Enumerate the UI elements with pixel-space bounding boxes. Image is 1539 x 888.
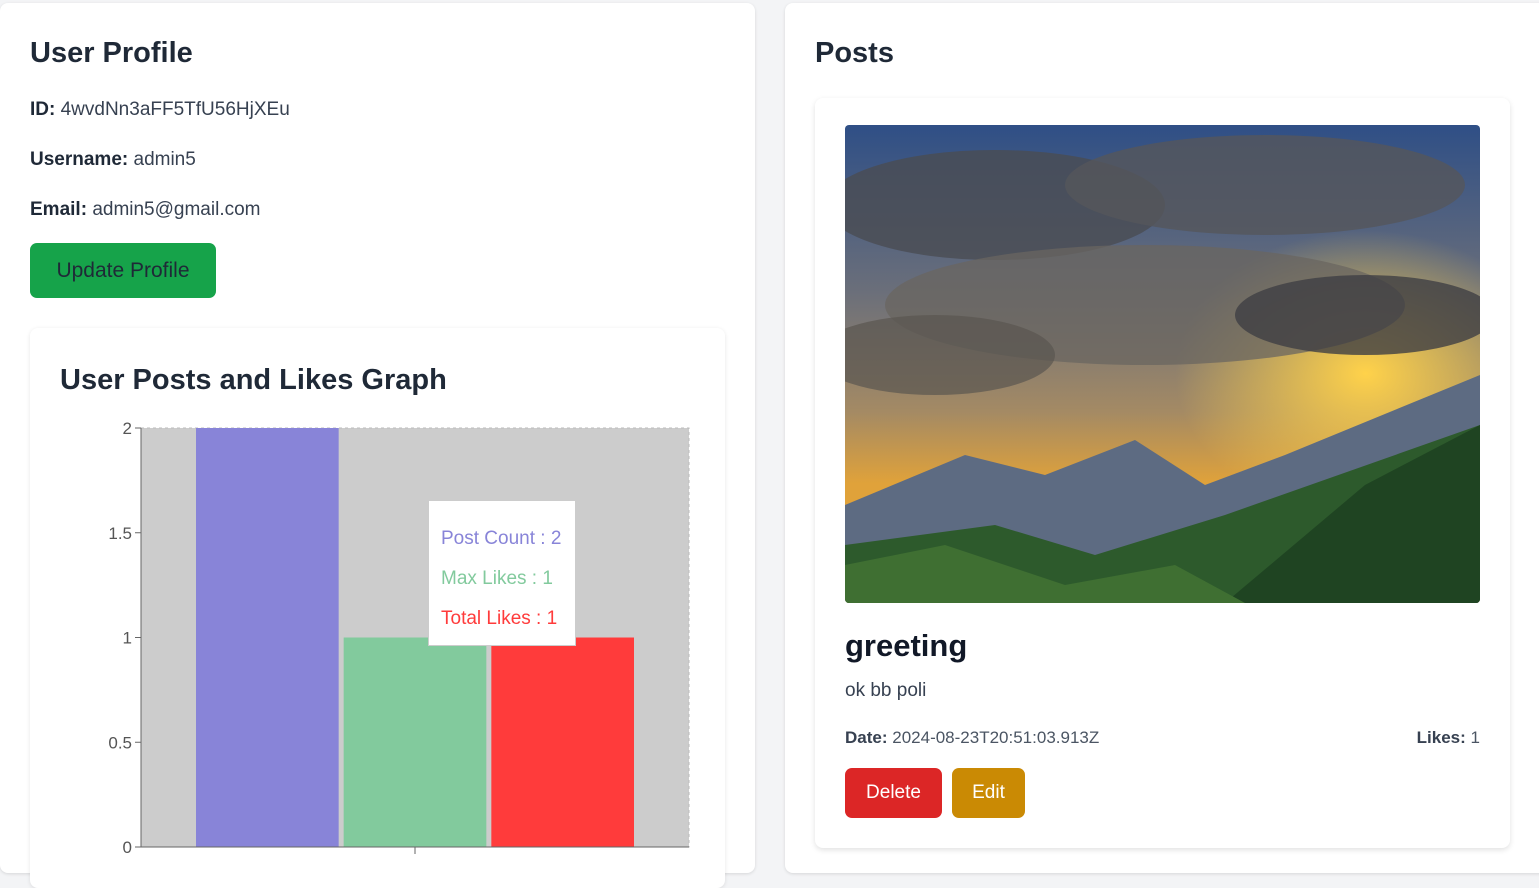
post-title: greeting xyxy=(845,628,968,663)
post-card: greeting ok bb poli Date: 2024-08-23T20:… xyxy=(815,98,1510,848)
likes-label: Likes: xyxy=(1416,728,1466,747)
post-image xyxy=(845,125,1480,603)
username-value: admin5 xyxy=(133,149,196,170)
graph-card: User Posts and Likes Graph 0 0.5 1 1.5 2 Pos… xyxy=(30,328,725,888)
user-profile-panel: User Profile ID: 4wvdNn3aFF5TfU56HjXEu U… xyxy=(0,3,755,888)
y-tick-label: 1 xyxy=(123,629,132,648)
username-label: Username: xyxy=(30,149,129,170)
profile-username-field: Username: admin5 xyxy=(30,149,196,171)
update-profile-button[interactable]: Update Profile xyxy=(30,243,216,298)
id-label: ID: xyxy=(30,99,56,120)
y-tick-label: 0 xyxy=(123,838,132,857)
y-tick-label: 2 xyxy=(123,419,132,438)
bar-post-count xyxy=(196,428,339,847)
y-tick-label: 1.5 xyxy=(108,524,132,543)
tooltip-max-likes: Max Likes : 1 xyxy=(441,568,553,589)
profile-id-field: ID: 4wvdNn3aFF5TfU56HjXEu xyxy=(30,99,290,121)
posts-title: Posts xyxy=(815,37,894,69)
post-date: Date: 2024-08-23T20:51:03.913Z xyxy=(845,728,1099,748)
posts-panel: Posts greeting ok bb poli Date: 2024-08-… xyxy=(785,3,1539,873)
date-label: Date: xyxy=(845,728,888,747)
likes-value: 1 xyxy=(1470,728,1480,747)
profile-title: User Profile xyxy=(30,37,193,69)
edit-post-button[interactable]: Edit xyxy=(952,768,1025,818)
id-value: 4wvdNn3aFF5TfU56HjXEu xyxy=(60,99,290,120)
chart-tooltip: Post Count : 2 Max Likes : 1 Total Likes… xyxy=(428,500,576,646)
bar-total-likes xyxy=(491,637,634,847)
tooltip-total-likes: Total Likes : 1 xyxy=(441,608,558,629)
post-likes: Likes: 1 xyxy=(1417,728,1480,748)
bar-max-likes xyxy=(343,637,487,847)
date-value: 2024-08-23T20:51:03.913Z xyxy=(892,728,1100,747)
profile-email-field: Email: admin5@gmail.com xyxy=(30,199,261,221)
email-value: admin5@gmail.com xyxy=(92,199,261,220)
tooltip-post-count: Post Count : 2 xyxy=(441,528,562,549)
email-label: Email: xyxy=(30,199,88,220)
bar-chart[interactable]: 0 0.5 1 1.5 2 xyxy=(30,328,725,888)
post-body: ok bb poli xyxy=(845,680,927,701)
delete-post-button[interactable]: Delete xyxy=(845,768,942,818)
y-tick-label: 0.5 xyxy=(108,733,132,752)
